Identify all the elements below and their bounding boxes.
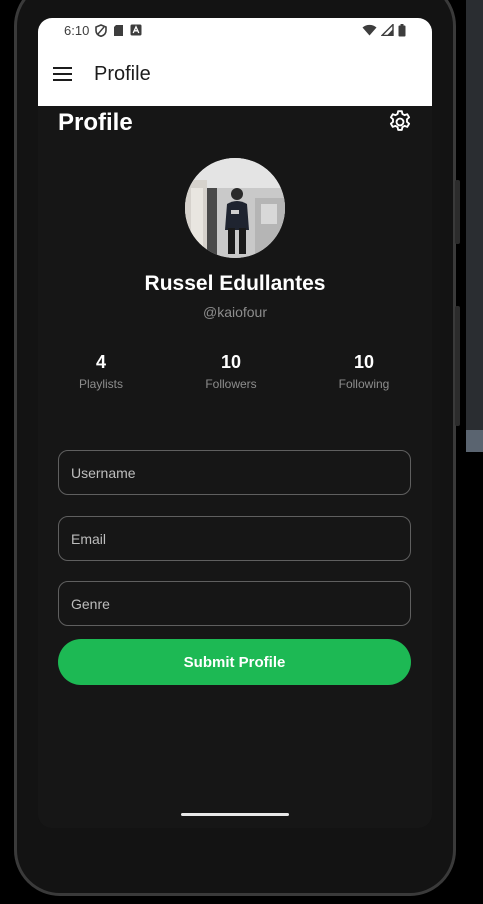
stat-following[interactable]: 10 Following	[309, 352, 419, 391]
sd-card-icon	[114, 24, 124, 36]
stat-value: 10	[220, 352, 242, 372]
stat-label: Playlists	[78, 377, 123, 391]
stat-followers[interactable]: 10 Followers	[176, 352, 286, 391]
user-handle: @kaiofour	[202, 304, 268, 320]
home-indicator[interactable]	[181, 813, 289, 816]
stat-value: 10	[353, 352, 375, 372]
status-bar: 6:10	[38, 18, 432, 42]
profile-content: Profile Russel Edullantes @kaiofour 4 Pl…	[38, 106, 432, 828]
stat-label: Following	[338, 377, 390, 391]
background-strip-accent	[466, 430, 483, 452]
username-input[interactable]	[58, 450, 411, 495]
a-icon	[130, 24, 142, 36]
volume-button	[455, 306, 460, 426]
hamburger-menu-icon[interactable]	[52, 63, 74, 85]
submit-profile-button[interactable]: Submit Profile	[58, 639, 411, 685]
app-bar-title: Profile	[94, 62, 151, 85]
stat-playlists[interactable]: 4 Playlists	[46, 352, 156, 391]
background-strip	[466, 0, 483, 452]
genre-input[interactable]	[58, 581, 411, 626]
battery-icon	[398, 23, 406, 36]
stat-value: 4	[95, 352, 106, 372]
gear-icon[interactable]	[387, 109, 413, 135]
page-title: Profile	[58, 109, 133, 136]
avatar-photo	[185, 158, 285, 258]
user-name: Russel Edullantes	[144, 272, 326, 295]
power-button	[455, 180, 460, 244]
signal-icon	[381, 24, 394, 36]
email-input[interactable]	[58, 516, 411, 561]
app-bar: Profile	[38, 42, 432, 106]
phone-screen: 6:10 Profile Profile Russel Edullantes @…	[38, 18, 432, 828]
shield-icon	[95, 23, 108, 37]
avatar[interactable]	[185, 158, 285, 258]
wifi-icon	[362, 24, 377, 36]
status-time: 6:10	[64, 22, 90, 38]
stat-label: Followers	[205, 377, 257, 391]
